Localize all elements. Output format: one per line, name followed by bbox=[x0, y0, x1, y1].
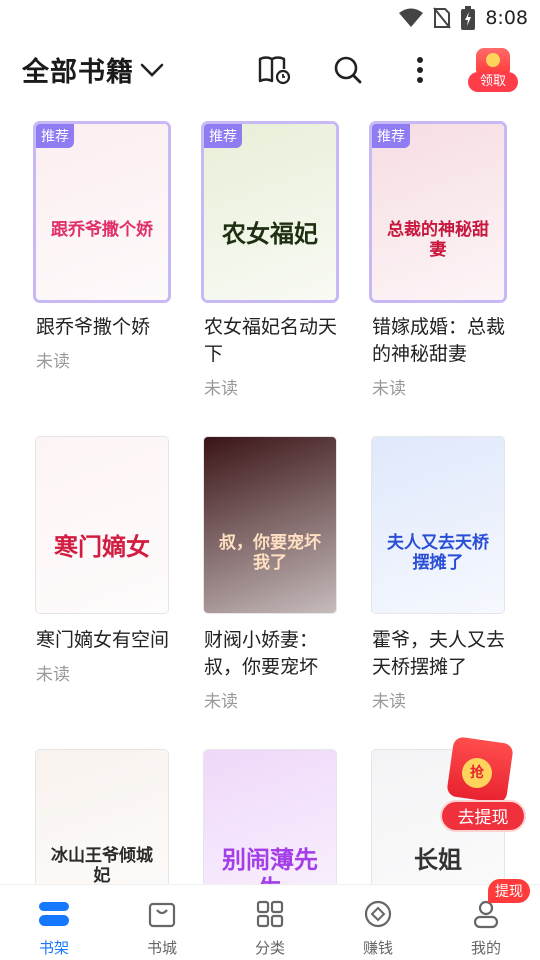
nav-item[interactable]: 分类 bbox=[216, 885, 324, 960]
bottom-navigation: 书架 书城 分类 赚钱 我的 提现 bbox=[0, 879, 540, 960]
nav-label: 我的 bbox=[470, 939, 501, 957]
recommend-tag: 推荐 bbox=[204, 124, 242, 148]
bag-icon bbox=[147, 899, 177, 933]
book-title: 农女福妃名动天下 bbox=[204, 316, 338, 365]
search-button[interactable] bbox=[330, 52, 366, 88]
nav-label: 赚钱 bbox=[362, 939, 393, 957]
chevron-down-icon bbox=[140, 63, 164, 77]
redpacket-claim-button[interactable]: 领取 bbox=[468, 48, 518, 92]
read-status: 未读 bbox=[36, 352, 70, 372]
book-title: 霍爷，夫人又去天桥摆摊了 bbox=[372, 629, 506, 678]
person-icon bbox=[471, 899, 501, 933]
cover-title: 总裁的神秘甜妻 bbox=[387, 220, 489, 261]
book-cover[interactable]: 寒门嫡女 bbox=[36, 437, 168, 613]
book-title: 跟乔爷撒个娇 bbox=[36, 316, 151, 338]
withdraw-badge: 提现 bbox=[488, 879, 530, 903]
top-bar: 全部书籍 领取 bbox=[0, 40, 540, 104]
withdraw-label: 去提现 bbox=[440, 800, 526, 832]
read-status: 未读 bbox=[372, 692, 406, 712]
status-icons: 8:08 bbox=[399, 6, 528, 30]
cover-title: 冰山王爷倾城妃 bbox=[51, 846, 153, 887]
search-icon bbox=[334, 56, 362, 84]
wifi-icon bbox=[399, 8, 424, 27]
book-item[interactable]: 跟乔爷撒个娇 推荐 跟乔爷撒个娇 未读 bbox=[36, 124, 176, 372]
nav-item[interactable]: 书城 bbox=[108, 885, 216, 960]
status-bar: 8:08 bbox=[0, 0, 540, 36]
no-sim-icon bbox=[433, 7, 452, 29]
cover-title: 叔，你要宠坏我了 bbox=[219, 533, 321, 574]
bookshelf-icon bbox=[37, 899, 71, 933]
more-vertical-icon bbox=[417, 57, 423, 83]
status-time: 8:08 bbox=[485, 7, 528, 29]
book-item[interactable]: 叔，你要宠坏我了财阀小娇妻：叔，你要宠坏未读 bbox=[204, 437, 344, 712]
read-status: 未读 bbox=[372, 379, 406, 399]
book-title: 寒门嫡女有空间 bbox=[36, 629, 170, 651]
redpacket-icon bbox=[476, 48, 510, 74]
book-item[interactable]: 农女福妃 推荐农女福妃名动天下未读 bbox=[204, 124, 344, 399]
book-item[interactable]: 夫人又去天桥摆摊了霍爷，夫人又去天桥摆摊了未读 bbox=[372, 437, 512, 712]
nav-item[interactable]: 书架 bbox=[0, 885, 108, 960]
book-item[interactable]: 寒门嫡女寒门嫡女有空间 未读 bbox=[36, 437, 176, 685]
nav-label: 书城 bbox=[146, 939, 177, 957]
book-title: 财阀小娇妻：叔，你要宠坏 bbox=[204, 629, 319, 678]
book-cover[interactable]: 叔，你要宠坏我了 bbox=[204, 437, 336, 613]
withdraw-redpacket-button[interactable]: 抢 去提现 bbox=[440, 736, 526, 834]
nav-label: 书架 bbox=[38, 939, 69, 957]
redpacket-label: 领取 bbox=[468, 72, 518, 92]
grab-coin-icon: 抢 bbox=[462, 758, 492, 788]
nav-item[interactable]: 赚钱 bbox=[324, 885, 432, 960]
read-status: 未读 bbox=[204, 692, 238, 712]
cover-title: 夫人又去天桥摆摊了 bbox=[387, 533, 489, 574]
nav-label: 分类 bbox=[254, 939, 285, 957]
cover-title: 农女福妃 bbox=[222, 220, 318, 248]
filter-dropdown[interactable]: 全部书籍 bbox=[22, 50, 164, 89]
nav-item[interactable]: 我的 提现 bbox=[432, 879, 540, 960]
book-cover[interactable]: 农女福妃 推荐 bbox=[204, 124, 336, 300]
cover-title: 跟乔爷撒个娇 bbox=[51, 220, 153, 240]
page-title: 全部书籍 bbox=[22, 57, 134, 88]
recommend-tag: 推荐 bbox=[36, 124, 74, 148]
book-cover[interactable]: 跟乔爷撒个娇 推荐 bbox=[36, 124, 168, 300]
book-history-button[interactable] bbox=[256, 52, 292, 88]
coin-icon bbox=[363, 899, 393, 933]
grid-icon bbox=[255, 899, 285, 933]
book-cover[interactable]: 夫人又去天桥摆摊了 bbox=[372, 437, 504, 613]
recommend-tag: 推荐 bbox=[372, 124, 410, 148]
cover-title: 长姐 bbox=[414, 846, 462, 874]
book-clock-icon bbox=[258, 56, 291, 85]
battery-icon bbox=[461, 6, 476, 30]
book-title: 错嫁成婚：总裁的神秘甜妻 bbox=[372, 316, 506, 365]
book-cover[interactable]: 总裁的神秘甜妻 推荐 bbox=[372, 124, 504, 300]
book-item[interactable]: 总裁的神秘甜妻 推荐错嫁成婚：总裁的神秘甜妻未读 bbox=[372, 124, 512, 399]
read-status: 未读 bbox=[36, 665, 70, 685]
more-button[interactable] bbox=[402, 52, 438, 88]
read-status: 未读 bbox=[204, 379, 238, 399]
cover-title: 寒门嫡女 bbox=[54, 533, 150, 561]
